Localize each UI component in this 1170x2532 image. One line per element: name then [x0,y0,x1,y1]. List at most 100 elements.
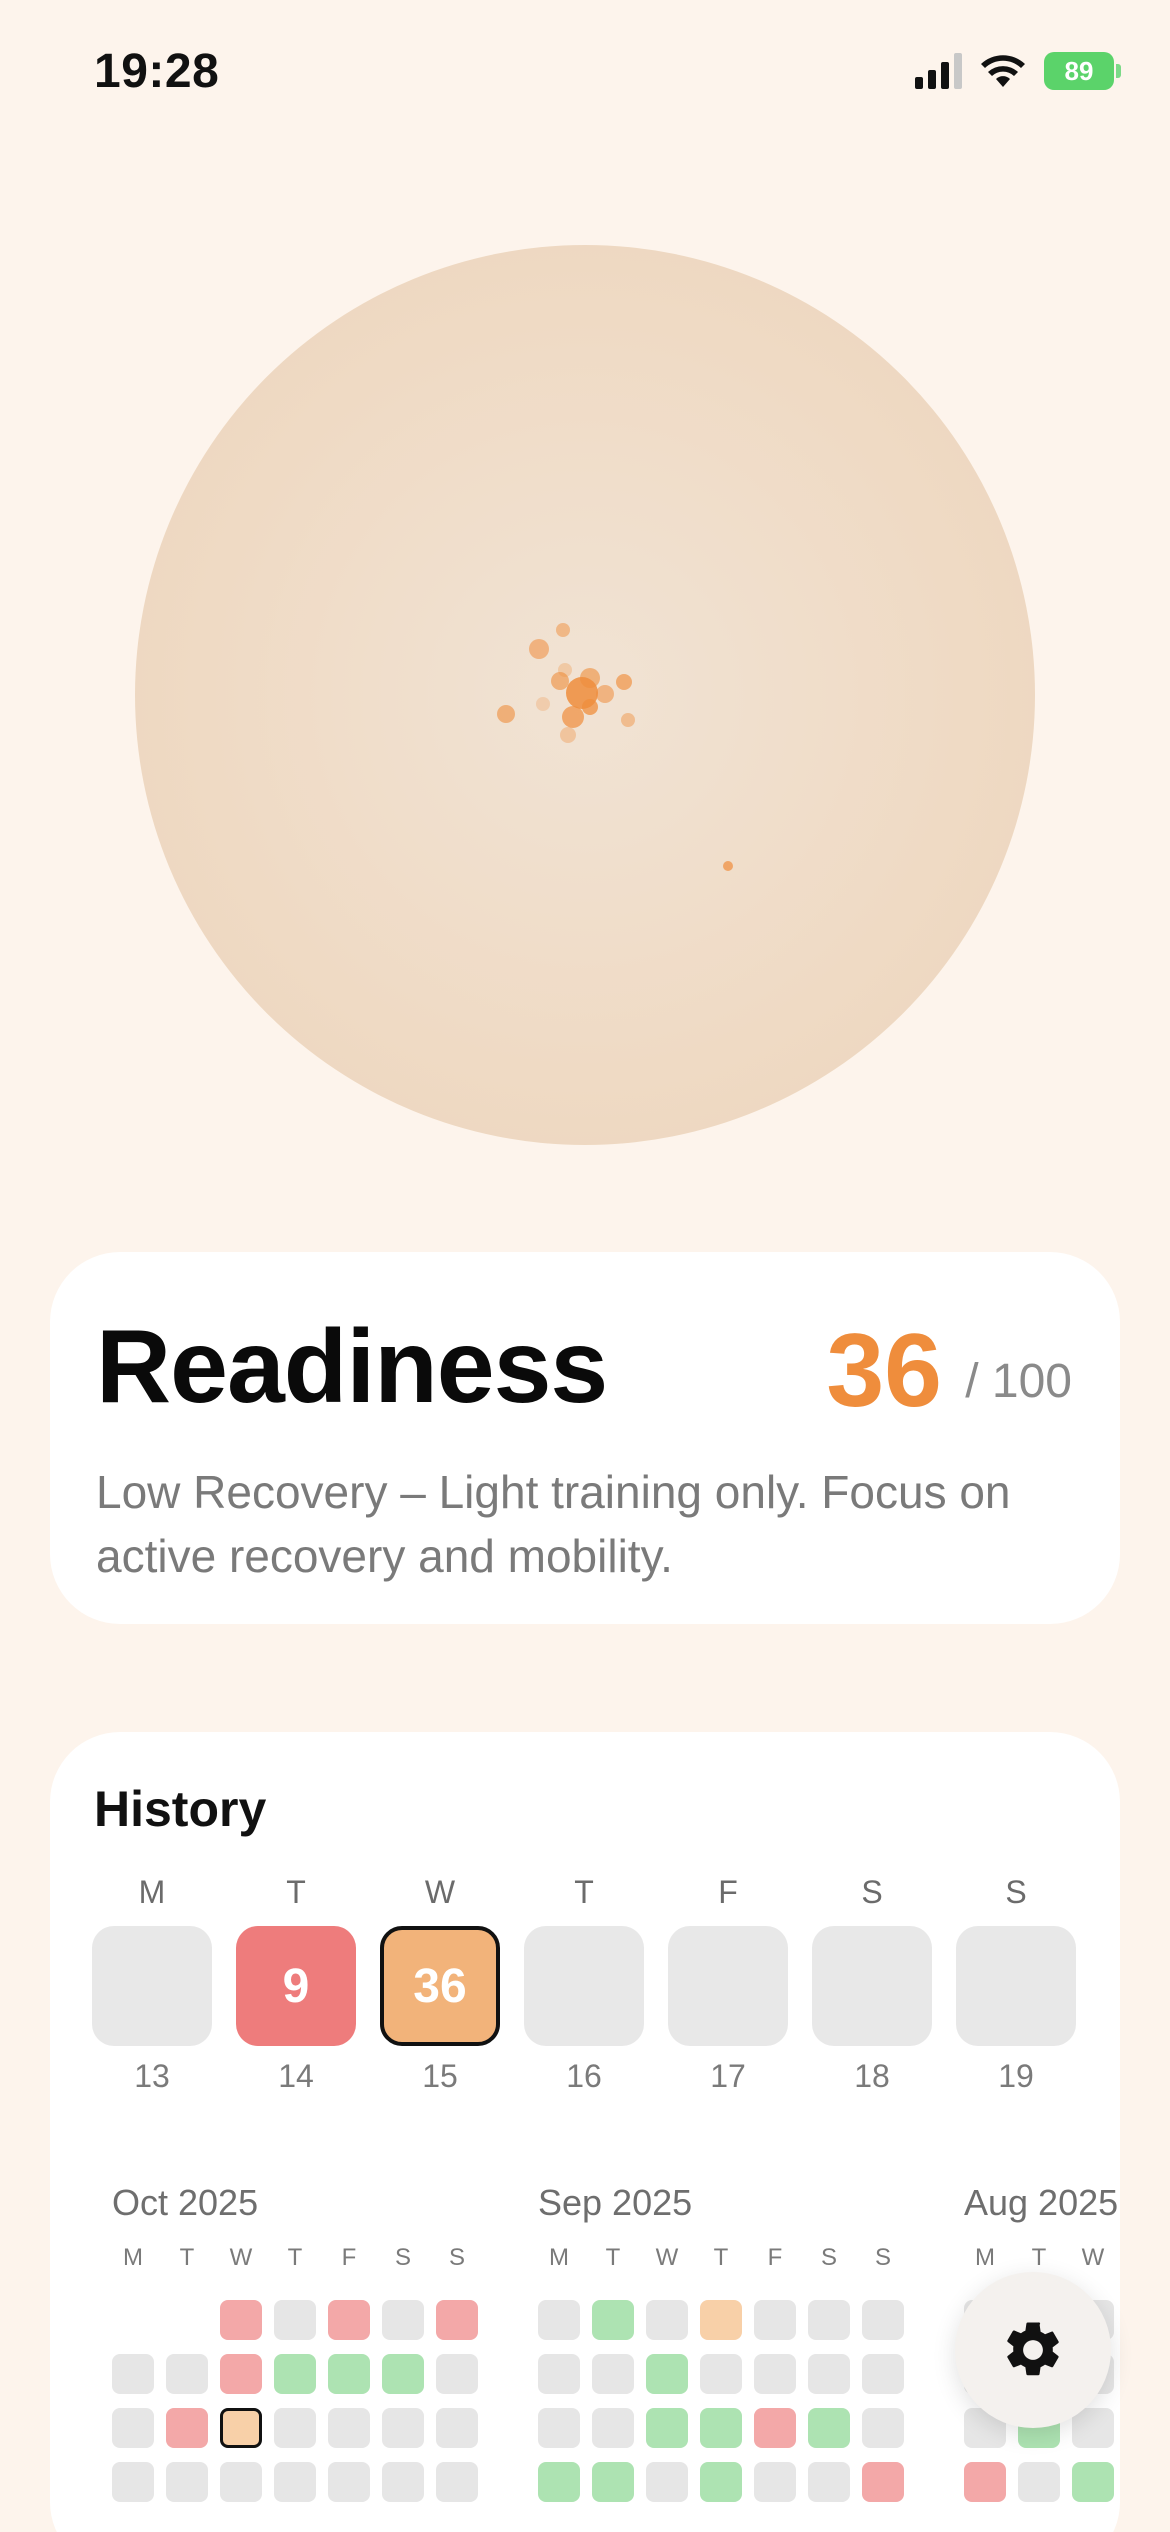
calendar-day-cell[interactable] [1072,2462,1114,2502]
month-calendar: Aug 2025MTWTFSS [964,2182,1120,2502]
week-day-number: 15 [422,2058,458,2094]
calendar-day-cell[interactable] [274,2462,316,2502]
calendar-day-cell[interactable] [646,2300,688,2340]
calendar-day-cell[interactable] [646,2408,688,2448]
week-day-letter: S [861,1874,883,1910]
calendar-day-cell[interactable] [1072,2408,1114,2448]
status-bar: 19:28 89 [0,0,1170,150]
calendar-day-cell[interactable] [964,2462,1006,2502]
calendar-day-cell[interactable] [592,2354,634,2394]
calendar-day-cell[interactable] [220,2462,262,2502]
signal-icon [915,53,962,89]
calendar-day-cell[interactable] [592,2408,634,2448]
calendar-day-cell[interactable] [220,2300,262,2340]
dow-letter: M [975,2244,995,2271]
week-day-letter: F [718,1874,738,1910]
week-day[interactable]: T 9 14 [236,1872,356,2095]
calendar-day-cell[interactable] [436,2300,478,2340]
calendar-day-cell[interactable] [382,2462,424,2502]
calendar-day-cell[interactable] [700,2300,742,2340]
calendar-day-cell[interactable] [754,2462,796,2502]
settings-button[interactable] [955,2272,1111,2428]
week-day[interactable]: F 17 [668,1872,788,2095]
calendar-day-cell[interactable] [538,2354,580,2394]
readiness-title: Readiness [96,1309,608,1425]
week-day-tile[interactable] [668,1926,788,2046]
dow-letter: S [394,2244,411,2271]
calendar-day-cell[interactable] [220,2354,262,2394]
gear-icon [1007,2322,1059,2376]
week-day-tile[interactable] [956,1926,1076,2046]
calendar-day-cell[interactable] [862,2300,904,2340]
dow-letter: T [605,2244,621,2271]
week-day-number: 14 [278,2058,314,2094]
calendar-day-cell[interactable] [592,2300,634,2340]
calendar-day-cell[interactable] [112,2354,154,2394]
calendar-day-cell[interactable] [808,2462,850,2502]
week-day-number: 18 [854,2058,890,2094]
week-day[interactable]: S 19 [956,1872,1076,2095]
week-day[interactable]: S 18 [812,1872,932,2095]
dow-letter: F [341,2244,357,2271]
history-card: History M 13 T 9 14 W 36 15 T 16 F 17 S 18 S 19 Oct 202… [50,1732,1120,2532]
week-day-tile[interactable] [92,1926,212,2046]
calendar-day-cell[interactable] [808,2408,850,2448]
dow-letter: W [655,2244,679,2271]
week-day-letter: S [1005,1874,1027,1910]
calendar-day-cell[interactable] [754,2354,796,2394]
calendar-day-cell[interactable] [436,2408,478,2448]
calendar-day-cell[interactable] [166,2408,208,2448]
calendar-day-cell[interactable] [112,2462,154,2502]
readiness-orb [135,245,1035,1145]
battery-icon: 89 [1044,52,1121,90]
calendar-day-cell[interactable] [538,2408,580,2448]
calendar-day-cell[interactable] [646,2462,688,2502]
dow-letter: T [287,2244,303,2271]
week-day-tile[interactable] [524,1926,644,2046]
calendar-day-cell[interactable] [808,2300,850,2340]
calendar-day-cell[interactable] [538,2300,580,2340]
calendar-day-cell[interactable] [592,2462,634,2502]
calendar-day-cell[interactable] [862,2408,904,2448]
calendar-day-cell[interactable] [382,2300,424,2340]
calendar-day-cell[interactable] [112,2408,154,2448]
calendar-day-cell[interactable] [274,2408,316,2448]
calendar-day-cell[interactable] [436,2354,478,2394]
calendar-day-cell[interactable] [862,2354,904,2394]
calendar-day-cell[interactable] [808,2354,850,2394]
week-day-letter: T [286,1874,306,1910]
week-day-tile[interactable] [812,1926,932,2046]
calendar-day-cell[interactable] [220,2408,262,2448]
calendar-day-cell[interactable] [274,2354,316,2394]
calendar-day-cell[interactable] [700,2462,742,2502]
week-day-number: 13 [134,2058,170,2094]
dow-letter: S [448,2244,465,2271]
calendar-day-cell[interactable] [538,2462,580,2502]
calendar-day-cell[interactable] [382,2354,424,2394]
calendar-day-cell[interactable] [166,2354,208,2394]
dow-letter: W [1081,2244,1105,2271]
calendar-day-cell[interactable] [166,2462,208,2502]
calendar-day-cell[interactable] [754,2408,796,2448]
dow-letter: T [179,2244,195,2271]
calendar-day-cell[interactable] [382,2408,424,2448]
calendar-day-cell[interactable] [700,2408,742,2448]
calendar-day-cell[interactable] [328,2408,370,2448]
calendar-day-cell[interactable] [646,2354,688,2394]
calendar-day-cell[interactable] [328,2462,370,2502]
calendar-day-cell[interactable] [1018,2462,1060,2502]
calendar-day-cell[interactable] [754,2300,796,2340]
calendar-day-cell[interactable] [862,2462,904,2502]
week-day[interactable]: T 16 [524,1872,644,2095]
week-day-tile[interactable]: 36 [380,1926,500,2046]
calendar-day-cell[interactable] [328,2354,370,2394]
calendar-day-cell[interactable] [328,2300,370,2340]
calendar-day-cell[interactable] [700,2354,742,2394]
week-day[interactable]: W 36 15 [380,1872,500,2095]
readiness-card: Readiness 36 / 100 Low Recovery – Light … [50,1252,1120,1624]
month-title: Oct 2025 [112,2182,259,2223]
week-day-tile[interactable]: 9 [236,1926,356,2046]
week-day[interactable]: M 13 [92,1872,212,2095]
calendar-day-cell[interactable] [274,2300,316,2340]
calendar-day-cell[interactable] [436,2462,478,2502]
